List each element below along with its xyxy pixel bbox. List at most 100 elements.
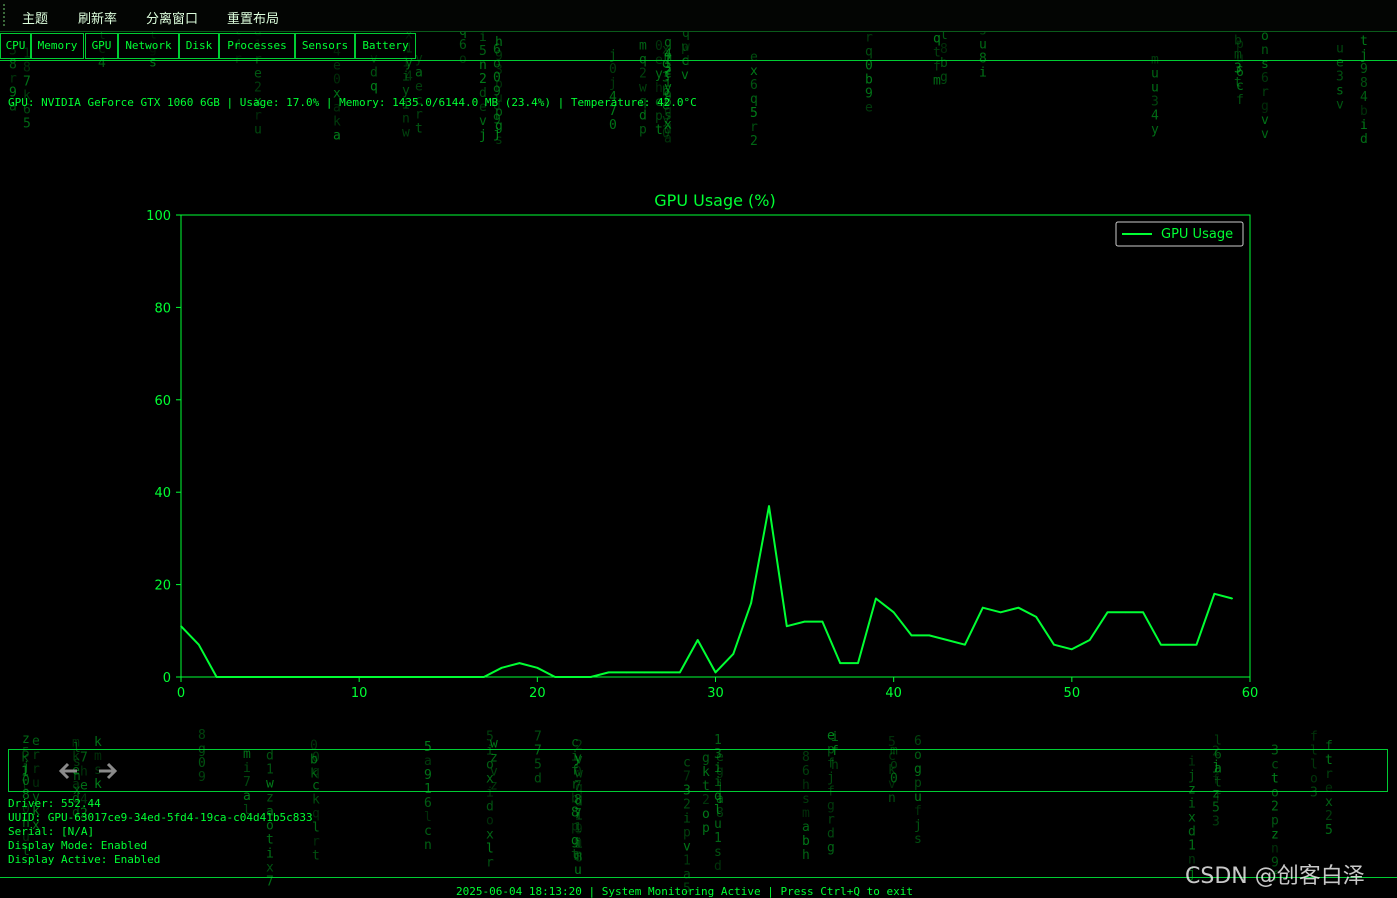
svg-text:s: s xyxy=(802,792,810,807)
svg-text:3: 3 xyxy=(662,71,670,86)
menu-reset-layout[interactable]: 重置布局 xyxy=(227,8,279,27)
svg-text:i: i xyxy=(575,809,583,824)
x-tick-label: 10 xyxy=(351,686,368,701)
svg-text:x: x xyxy=(1325,795,1333,810)
svg-text:j: j xyxy=(914,818,922,833)
svg-text:1: 1 xyxy=(1188,838,1196,853)
menu-theme[interactable]: 主题 xyxy=(22,8,48,27)
x-tick-label: 30 xyxy=(707,686,724,701)
arrow-left-icon[interactable] xyxy=(57,759,81,783)
y-tick-label: 0 xyxy=(163,671,171,686)
svg-text:v: v xyxy=(479,114,487,129)
svg-text:i: i xyxy=(402,70,410,85)
svg-text:x: x xyxy=(664,118,672,133)
data-point xyxy=(233,676,236,678)
svg-text:b: b xyxy=(1360,104,1368,119)
tab-network[interactable]: Network xyxy=(118,33,179,59)
svg-text:h: h xyxy=(802,848,810,863)
tab-memory[interactable]: Memory xyxy=(31,33,84,59)
data-point xyxy=(661,671,663,674)
svg-text:r: r xyxy=(827,812,835,827)
data-point xyxy=(590,676,592,678)
tab-bar: CPU Memory GPU Network Disk Processes Se… xyxy=(0,32,1397,61)
svg-text:3: 3 xyxy=(664,62,672,77)
svg-text:4: 4 xyxy=(405,70,413,85)
svg-text:m: m xyxy=(574,835,582,850)
gpu-serial: Serial: [N/A] xyxy=(8,825,95,838)
svg-text:p: p xyxy=(1271,813,1279,828)
svg-text:2: 2 xyxy=(702,793,710,808)
data-point xyxy=(1053,643,1055,646)
data-point xyxy=(1195,643,1198,646)
svg-text:r: r xyxy=(486,855,494,870)
svg-text:r: r xyxy=(254,109,262,124)
svg-text:1: 1 xyxy=(714,733,722,748)
data-point xyxy=(1088,639,1091,641)
svg-text:3: 3 xyxy=(495,63,503,78)
data-point xyxy=(411,676,414,678)
data-point xyxy=(376,676,378,678)
plot-frame xyxy=(180,214,1251,678)
data-point xyxy=(269,676,271,678)
svg-text:n: n xyxy=(888,791,896,806)
tab-disk[interactable]: Disk xyxy=(179,33,219,59)
svg-text:y: y xyxy=(655,67,663,82)
svg-text:e: e xyxy=(254,67,262,82)
x-tick-label: 20 xyxy=(529,686,546,701)
svg-text:m: m xyxy=(574,849,582,864)
svg-text:0: 0 xyxy=(609,62,617,77)
svg-text:e: e xyxy=(415,79,423,94)
legend-label: GPU Usage xyxy=(1161,227,1233,242)
svg-text:p: p xyxy=(683,826,691,841)
data-point xyxy=(1071,648,1073,651)
tab-cpu[interactable]: CPU xyxy=(0,33,31,59)
y-tick-label: 40 xyxy=(154,486,171,501)
data-point xyxy=(768,505,770,507)
svg-text:3: 3 xyxy=(1234,61,1242,76)
display-mode: Display Mode: Enabled xyxy=(8,839,148,852)
svg-text:6: 6 xyxy=(1236,65,1244,80)
svg-text:5: 5 xyxy=(750,106,758,121)
tab-processes[interactable]: Processes xyxy=(219,33,295,59)
svg-text:2: 2 xyxy=(1271,799,1279,814)
data-point xyxy=(500,667,503,669)
svg-text:t: t xyxy=(571,848,579,863)
data-point xyxy=(946,639,948,641)
data-point xyxy=(215,676,218,678)
svg-text:l: l xyxy=(312,820,320,835)
svg-text:q: q xyxy=(750,92,758,107)
data-point xyxy=(1017,606,1020,609)
svg-text:9: 9 xyxy=(865,87,873,102)
data-point xyxy=(821,620,824,623)
svg-text:z: z xyxy=(664,63,672,78)
tab-gpu[interactable]: GPU xyxy=(85,33,118,59)
tab-battery[interactable]: Battery xyxy=(355,33,416,59)
svg-text:f: f xyxy=(933,59,941,74)
svg-text:m: m xyxy=(802,806,810,821)
driver-version: Driver: 552.44 xyxy=(8,797,101,810)
svg-text:z: z xyxy=(22,732,30,747)
svg-text:8: 8 xyxy=(1360,76,1368,91)
data-point xyxy=(1231,597,1233,600)
svg-text:8: 8 xyxy=(23,61,31,76)
svg-text:c: c xyxy=(1236,79,1244,94)
data-point xyxy=(910,634,913,637)
data-point xyxy=(803,620,806,623)
menu-refresh-rate[interactable]: 刷新率 xyxy=(78,8,117,27)
svg-text:u: u xyxy=(914,790,922,805)
svg-text:g: g xyxy=(1261,99,1269,114)
menu-detach-window[interactable]: 分离窗口 xyxy=(146,8,198,27)
data-point xyxy=(554,676,556,678)
arrow-right-icon[interactable] xyxy=(95,759,119,783)
tab-sensors[interactable]: Sensors xyxy=(295,33,355,59)
data-point xyxy=(465,676,467,678)
svg-text:k: k xyxy=(312,792,320,807)
svg-text:t: t xyxy=(312,848,320,863)
svg-text:r: r xyxy=(750,120,758,135)
svg-text:u: u xyxy=(574,863,582,878)
toolbar-grip-handle[interactable] xyxy=(3,4,5,26)
svg-text:i: i xyxy=(664,76,672,91)
svg-text:s: s xyxy=(664,108,672,123)
svg-text:2: 2 xyxy=(479,72,487,87)
svg-text:k: k xyxy=(333,115,341,130)
